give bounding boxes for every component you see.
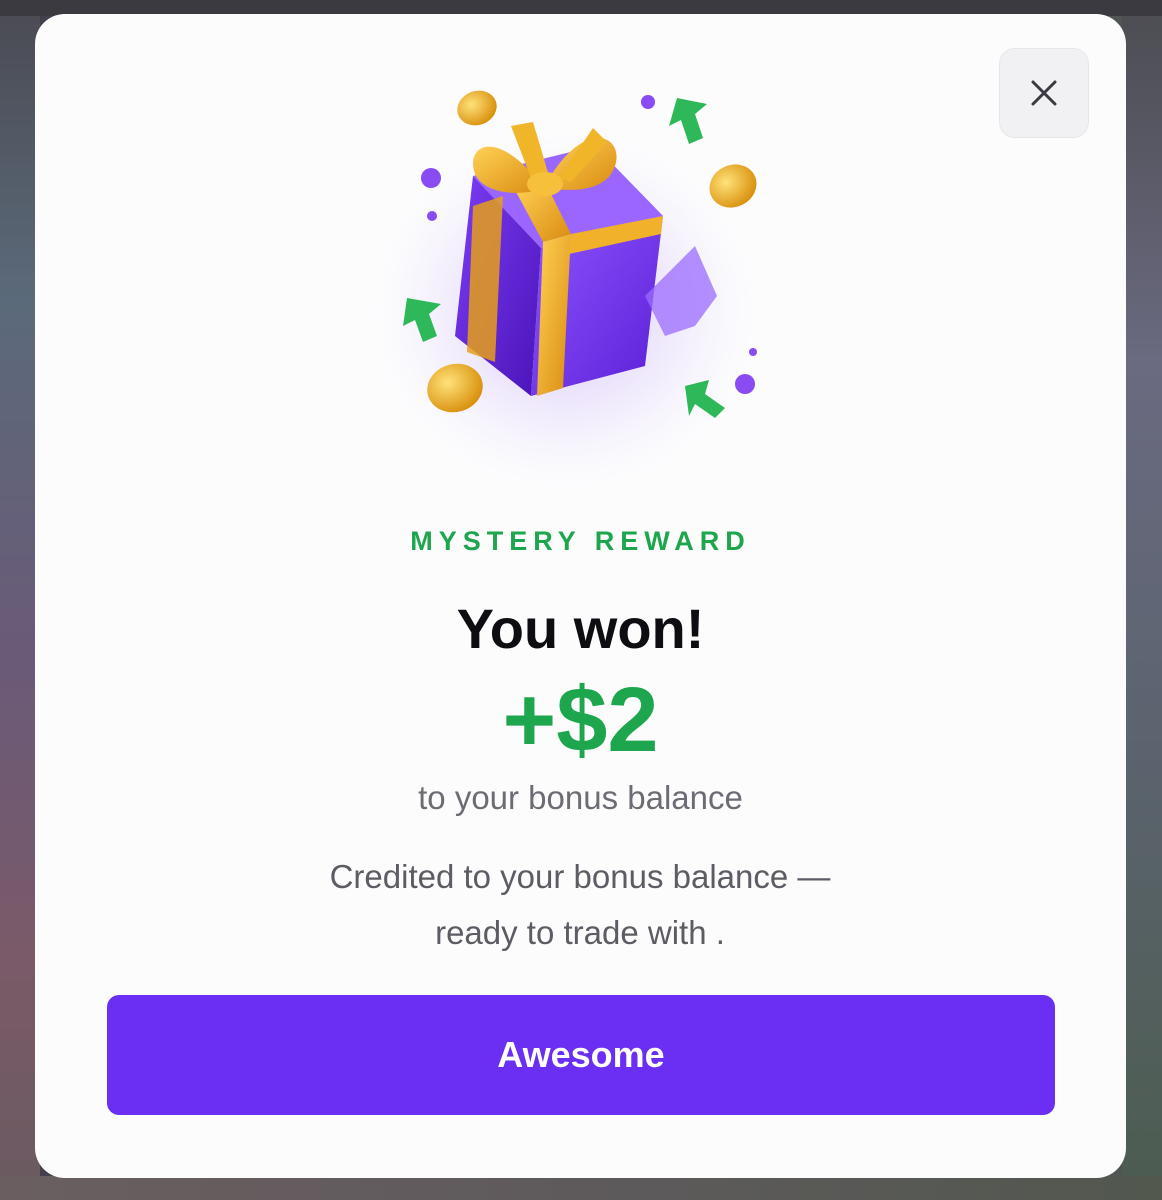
reward-description: Credited to your bonus balance — ready t…: [280, 849, 880, 961]
awesome-button[interactable]: Awesome: [107, 995, 1055, 1115]
description-line: ready to trade with .: [435, 914, 725, 951]
page-title: You won!: [456, 597, 705, 660]
reward-amount: +$2: [502, 669, 659, 771]
backdrop: [0, 0, 40, 1200]
reward-subtitle: to your bonus balance: [418, 779, 743, 816]
reward-eyebrow: MYSTERY REWARD: [410, 526, 751, 556]
backdrop-right: [1122, 0, 1162, 1200]
reward-modal: MYSTERY REWARD You won! +$2 to your bonu…: [35, 14, 1126, 1178]
backdrop-bottom: [0, 1176, 1162, 1200]
gift-box-icon: [355, 90, 775, 486]
close-icon: [1031, 80, 1057, 106]
close-button[interactable]: [999, 48, 1089, 138]
description-line: Credited to your bonus balance —: [329, 858, 831, 895]
